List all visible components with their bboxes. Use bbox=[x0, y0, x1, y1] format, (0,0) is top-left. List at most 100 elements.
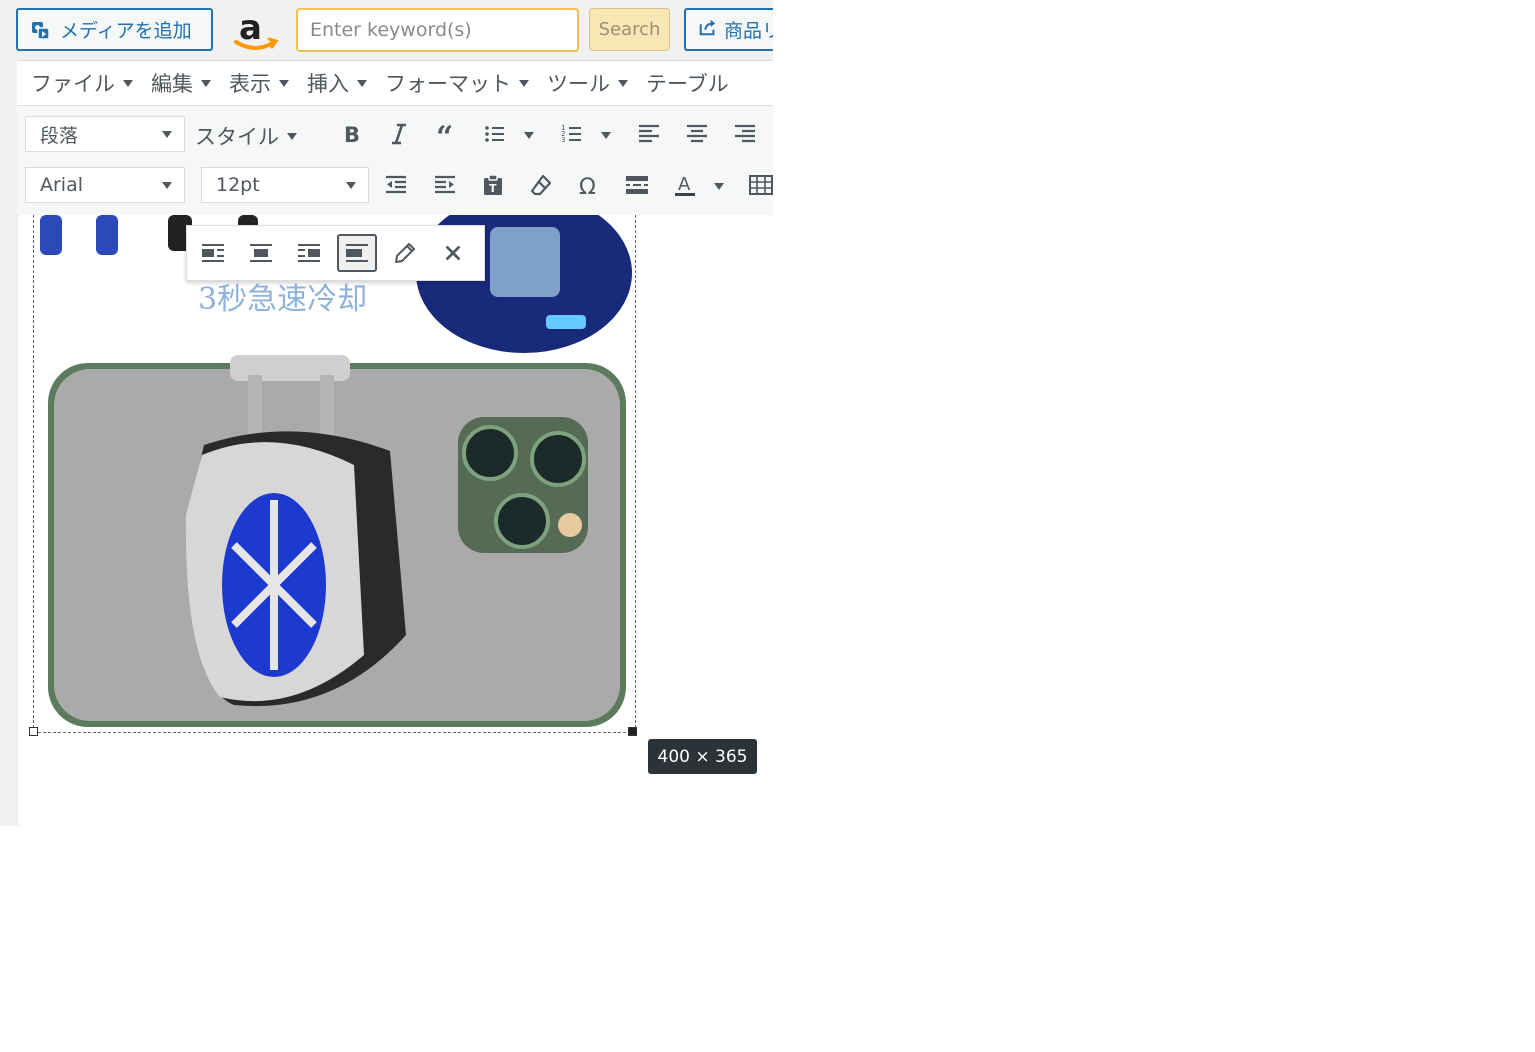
menu-table-label: テーブル bbox=[646, 72, 729, 96]
menu-tools[interactable]: ツール bbox=[547, 68, 628, 98]
chevron-down-icon bbox=[162, 131, 172, 138]
menu-tools-label: ツール bbox=[547, 72, 610, 96]
outdent-button[interactable] bbox=[378, 167, 414, 203]
read-more-button[interactable] bbox=[619, 167, 655, 203]
bullet-list-icon bbox=[485, 126, 504, 142]
editor-area: メディアを追加 a Search 商品リ ファイル 編集 表示 挿入 フォーマッ… bbox=[0, 0, 773, 826]
indent-button[interactable] bbox=[427, 167, 463, 203]
add-media-button[interactable]: メディアを追加 bbox=[16, 8, 213, 51]
menu-edit-label: 編集 bbox=[151, 72, 193, 96]
image-align-none-button[interactable] bbox=[337, 234, 377, 272]
chevron-down-icon bbox=[357, 79, 367, 87]
share-icon bbox=[698, 17, 718, 42]
align-right-icon bbox=[298, 244, 320, 262]
image-align-left-button[interactable] bbox=[193, 234, 233, 272]
numbered-list-button[interactable]: 123 bbox=[554, 116, 590, 152]
editor-toolbar: ファイル 編集 表示 挿入 フォーマット ツール テーブル 段落 スタイル B … bbox=[17, 60, 773, 216]
amazon-logo-icon[interactable]: a bbox=[232, 8, 280, 54]
pencil-icon bbox=[395, 243, 415, 263]
svg-text:a: a bbox=[239, 8, 262, 48]
font-family-value: Arial bbox=[40, 174, 84, 196]
chevron-down-icon[interactable] bbox=[601, 132, 611, 139]
menu-view[interactable]: 表示 bbox=[229, 68, 289, 98]
menu-insert[interactable]: 挿入 bbox=[307, 68, 367, 98]
bold-button[interactable]: B bbox=[333, 116, 369, 152]
outdent-icon bbox=[386, 175, 406, 194]
table-icon bbox=[749, 175, 773, 195]
text-color-icon: A bbox=[675, 174, 695, 196]
chevron-down-icon bbox=[123, 79, 133, 87]
numbered-list-icon: 123 bbox=[561, 124, 581, 144]
image-dimensions-text: 400 × 365 bbox=[657, 746, 748, 767]
svg-text:B: B bbox=[344, 123, 360, 146]
align-left-button[interactable] bbox=[631, 116, 667, 152]
format-select-value: 段落 bbox=[40, 124, 79, 147]
paste-text-button[interactable]: T bbox=[475, 167, 511, 203]
special-character-button[interactable]: Ω bbox=[571, 167, 607, 203]
bold-icon: B bbox=[344, 123, 360, 146]
svg-text:“: “ bbox=[436, 122, 453, 146]
chevron-down-icon bbox=[346, 182, 356, 189]
align-right-button[interactable] bbox=[727, 116, 763, 152]
image-remove-button[interactable] bbox=[433, 234, 473, 272]
align-left-icon bbox=[202, 244, 224, 262]
align-center-icon bbox=[250, 244, 272, 262]
eraser-icon bbox=[530, 174, 552, 196]
chevron-down-icon[interactable] bbox=[524, 132, 534, 139]
image-align-right-button[interactable] bbox=[289, 234, 329, 272]
style-dropdown-label: スタイル bbox=[195, 125, 279, 149]
selected-product-image[interactable]: 3秒急速冷却 bbox=[33, 215, 636, 733]
align-none-icon bbox=[346, 244, 368, 262]
svg-text:T: T bbox=[489, 182, 497, 195]
chevron-down-icon bbox=[162, 182, 172, 189]
editor-content[interactable]: 3秒急速冷却 bbox=[18, 215, 773, 826]
italic-button[interactable] bbox=[381, 116, 417, 152]
chevron-down-icon bbox=[618, 79, 628, 87]
image-align-center-button[interactable] bbox=[241, 234, 281, 272]
menu-file[interactable]: ファイル bbox=[31, 68, 133, 98]
menu-format-label: フォーマット bbox=[385, 72, 511, 96]
svg-text:3: 3 bbox=[561, 136, 565, 144]
blockquote-button[interactable]: “ bbox=[429, 116, 465, 152]
svg-text:A: A bbox=[678, 174, 691, 195]
chevron-down-icon[interactable] bbox=[714, 183, 724, 190]
phone-cooler-image: 3秒急速冷却 bbox=[40, 215, 632, 727]
text-color-button[interactable]: A bbox=[667, 167, 703, 203]
font-size-value: 12pt bbox=[216, 174, 260, 196]
close-icon bbox=[445, 245, 461, 261]
font-family-select[interactable]: Arial bbox=[25, 167, 185, 203]
search-button[interactable]: Search bbox=[589, 8, 670, 51]
menu-format[interactable]: フォーマット bbox=[385, 68, 529, 98]
menu-view-label: 表示 bbox=[229, 72, 271, 96]
chevron-down-icon bbox=[287, 132, 297, 140]
italic-icon bbox=[392, 123, 406, 145]
align-left-icon bbox=[639, 124, 659, 143]
clipboard-icon: T bbox=[484, 174, 502, 195]
menu-table[interactable]: テーブル bbox=[646, 68, 729, 98]
font-size-select[interactable]: 12pt bbox=[201, 167, 369, 203]
chevron-down-icon bbox=[201, 79, 211, 87]
media-icon bbox=[30, 19, 52, 41]
table-button[interactable] bbox=[743, 167, 773, 203]
chevron-down-icon bbox=[279, 79, 289, 87]
resize-handle-bottom-right[interactable] bbox=[628, 727, 637, 736]
align-center-button[interactable] bbox=[679, 116, 715, 152]
image-edit-button[interactable] bbox=[385, 234, 425, 272]
bullet-list-button[interactable] bbox=[477, 116, 513, 152]
align-right-icon bbox=[735, 124, 755, 143]
menu-edit[interactable]: 編集 bbox=[151, 68, 211, 98]
product-link-button[interactable]: 商品リ bbox=[684, 8, 773, 51]
indent-icon bbox=[435, 175, 455, 194]
format-select[interactable]: 段落 bbox=[25, 116, 185, 152]
image-dimensions-tooltip: 400 × 365 bbox=[648, 739, 757, 774]
resize-handle-bottom-left[interactable] bbox=[29, 727, 38, 736]
menu-file-label: ファイル bbox=[31, 72, 115, 96]
svg-text:Ω: Ω bbox=[579, 175, 596, 197]
keyword-search-input[interactable] bbox=[296, 8, 579, 52]
chevron-down-icon bbox=[519, 79, 529, 87]
clear-formatting-button[interactable] bbox=[523, 167, 559, 203]
menu-insert-label: 挿入 bbox=[307, 72, 349, 96]
style-dropdown[interactable]: スタイル bbox=[195, 121, 297, 151]
product-link-label: 商品リ bbox=[724, 20, 773, 42]
omega-icon: Ω bbox=[579, 175, 596, 197]
